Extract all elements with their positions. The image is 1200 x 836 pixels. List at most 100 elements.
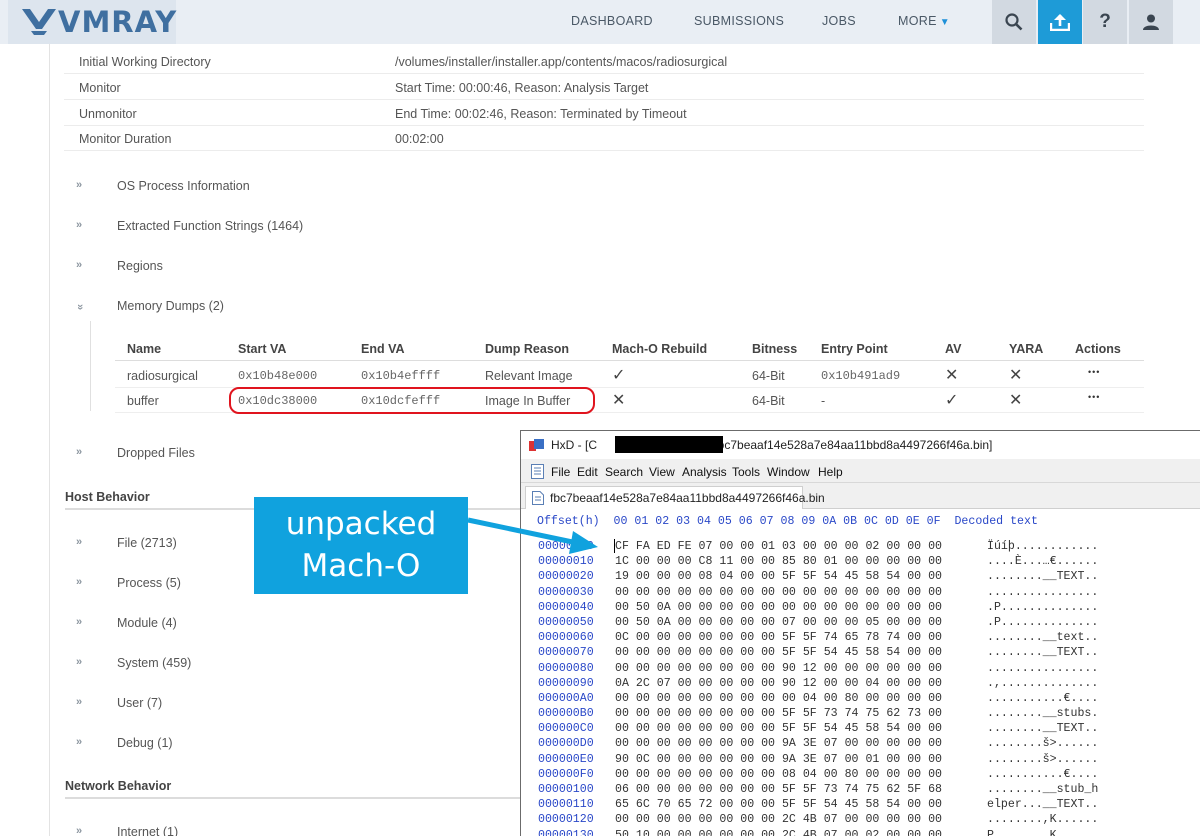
hex-row: 00000060 0C 00 00 00 00 00 00 00 5F 5F 74…: [521, 630, 1200, 645]
hex-row: 000000E0 90 0C 00 00 00 00 00 00 9A 3E 07…: [521, 752, 1200, 767]
help-button[interactable]: ?: [1083, 0, 1127, 44]
hex-bytes: CF FA ED FE 07 00 00 01 03 00 00 00 02 0…: [615, 540, 942, 553]
hex-offset: 000000C0: [538, 722, 594, 736]
upload-button[interactable]: [1038, 0, 1082, 44]
hex-row: 00000050 00 50 0A 00 00 00 00 00 07 00 00…: [521, 615, 1200, 630]
nav-more[interactable]: MORE ▼: [898, 14, 950, 28]
check-icon: ✓: [612, 367, 626, 384]
hxd-file-tab[interactable]: fbc7beaaf14e528a7e84aa11bbd8a4497266f46a…: [525, 486, 825, 509]
hex-decoded-text: ........__stub_h: [987, 783, 1099, 796]
menu-search[interactable]: Search: [605, 465, 643, 479]
vmray-logo[interactable]: VMRAY: [8, 0, 176, 44]
hex-row: 000000F0 00 00 00 00 00 00 00 00 08 04 00…: [521, 767, 1200, 782]
chevron-double-right-icon: »: [76, 696, 82, 708]
cell-bitness: 64-Bit: [752, 394, 785, 408]
menu-window[interactable]: Window: [767, 465, 810, 479]
callout-line-2: Mach-O: [301, 548, 421, 584]
hex-editor-view[interactable]: Offset(h) 00 01 02 03 04 05 06 07 08 09 …: [521, 509, 1200, 836]
cross-icon: ✕: [945, 367, 959, 384]
heading-underline: [65, 797, 520, 799]
hex-decoded-text: ........__TEXT..: [987, 646, 1099, 660]
hex-row: 000000C0 00 00 00 00 00 00 00 00 5F 5F 54…: [521, 721, 1200, 736]
hex-bytes: 50 10 00 00 00 00 00 00 2C 4B 07 00 02 0…: [615, 828, 942, 836]
hex-bytes: 0A 2C 07 00 00 00 00 00 90 12 00 00 04 0…: [615, 676, 942, 690]
hex-offset: 00000030: [538, 585, 594, 599]
search-button[interactable]: [992, 0, 1036, 44]
hex-row: 00000080 00 00 00 00 00 00 00 00 90 12 00…: [521, 661, 1200, 676]
upload-icon: [1050, 14, 1070, 31]
network-behavior-heading: Network Behavior: [65, 779, 172, 793]
hex-offset: 00000110: [538, 798, 594, 812]
hex-offset: 00000090: [538, 676, 594, 690]
hex-decoded-text: ................: [987, 585, 1099, 599]
menu-file[interactable]: File: [551, 465, 570, 479]
hex-bytes: 00 00 00 00 00 00 00 00 5F 5F 54 45 58 5…: [615, 646, 942, 660]
document-icon: [531, 464, 544, 479]
hex-bytes: 00 00 00 00 00 00 00 00 5F 5F 54 45 58 5…: [615, 722, 942, 736]
hex-offset: 00000080: [538, 661, 594, 675]
cross-icon: ✕: [612, 392, 626, 409]
nav-dashboard[interactable]: DASHBOARD: [571, 14, 653, 28]
menu-tools[interactable]: Tools: [732, 465, 760, 479]
hex-rows: 00000000 CF FA ED FE 07 00 00 01 03 00 00…: [521, 539, 1200, 836]
chevron-double-right-icon: »: [76, 616, 82, 628]
chevron-double-right-icon: »: [76, 219, 82, 231]
col-header-entry-point: Entry Point: [821, 342, 888, 356]
section-label: Dropped Files: [117, 446, 195, 460]
hex-row: 00000090 0A 2C 07 00 00 00 00 00 90 12 00…: [521, 676, 1200, 691]
menu-analysis[interactable]: Analysis: [682, 465, 727, 479]
detail-value: End Time: 00:02:46, Reason: Terminated b…: [395, 107, 687, 121]
menu-edit[interactable]: Edit: [577, 465, 598, 479]
nav-jobs[interactable]: JOBS: [822, 14, 856, 28]
help-icon: ?: [1099, 11, 1111, 32]
user-button[interactable]: [1129, 0, 1173, 44]
hex-decoded-text: ........__TEXT..: [987, 722, 1099, 736]
detail-value: Start Time: 00:00:46, Reason: Analysis T…: [395, 81, 649, 95]
user-icon: [1143, 14, 1159, 30]
menu-help[interactable]: Help: [818, 465, 843, 479]
hex-decoded-text: ........š>......: [987, 752, 1099, 766]
detail-key: Monitor Duration: [79, 132, 172, 146]
hex-decoded-text: .P..............: [987, 615, 1099, 629]
hex-decoded-text: Ïúíþ............: [987, 540, 1099, 553]
cell-start-va: 0x10b48e000: [238, 369, 318, 383]
hex-offset: 000000D0: [538, 737, 594, 751]
content-left-border: [49, 44, 50, 836]
hex-bytes: 1C 00 00 00 C8 11 00 00 85 80 01 00 00 0…: [615, 555, 942, 569]
redaction-bar: [615, 436, 723, 453]
section-label: OS Process Information: [117, 179, 250, 193]
hex-bytes: 06 00 00 00 00 00 00 00 5F 5F 73 74 75 6…: [615, 783, 942, 796]
chevron-double-right-icon: »: [76, 536, 82, 548]
nav-submissions[interactable]: SUBMISSIONS: [694, 14, 784, 28]
chevron-down-icon: ▼: [939, 17, 950, 28]
detail-row-monitor-duration: Monitor Duration 00:02:00: [64, 125, 1144, 151]
hxd-menubar: File Edit Search View Analysis Tools Win…: [521, 459, 1200, 483]
hxd-title-suffix: \fbc7beaaf14e528a7e84aa11bbd8a4497266f46…: [711, 438, 993, 452]
cell-end-va: 0x10b4effff: [361, 369, 441, 383]
hex-bytes: 00 00 00 00 00 00 00 00 08 04 00 80 00 0…: [615, 767, 942, 781]
hex-offset: 00000040: [538, 600, 594, 614]
hex-row: 00000110 65 6C 70 65 72 00 00 00 5F 5F 54…: [521, 797, 1200, 812]
menu-view[interactable]: View: [649, 465, 675, 479]
chevron-double-right-icon: »: [76, 179, 82, 191]
cell-name: buffer: [127, 394, 159, 408]
cross-icon: ✕: [1009, 367, 1023, 384]
hxd-tabbar: fbc7beaaf14e528a7e84aa11bbd8a4497266f46a…: [521, 483, 1200, 509]
file-icon: [532, 491, 544, 505]
actions-menu-icon[interactable]: •••: [1088, 392, 1100, 402]
hxd-app-icon: [529, 439, 544, 451]
hex-bytes: 00 00 00 00 00 00 00 00 90 12 00 00 00 0…: [615, 661, 942, 675]
col-header-name: Name: [127, 342, 162, 356]
hex-row: 000000A0 00 00 00 00 00 00 00 00 00 04 00…: [521, 691, 1200, 706]
actions-menu-icon[interactable]: •••: [1088, 367, 1100, 377]
detail-value: /volumes/installer/installer.app/content…: [395, 55, 728, 69]
col-header-av: AV: [945, 342, 962, 356]
hex-bytes: 19 00 00 00 08 04 00 00 5F 5F 54 45 58 5…: [615, 570, 942, 584]
hex-offset: 000000B0: [538, 707, 594, 721]
hex-bytes: 00 50 0A 00 00 00 00 00 07 00 00 00 05 0…: [615, 615, 942, 629]
hxd-window: HxD - [C \fbc7beaaf14e528a7e84aa11bbd8a44…: [520, 430, 1200, 836]
hex-offset: 00000070: [538, 646, 594, 660]
detail-key: Initial Working Directory: [79, 55, 211, 69]
callout-line-1: unpacked: [285, 506, 437, 542]
detail-value: 00:02:00: [395, 132, 444, 146]
